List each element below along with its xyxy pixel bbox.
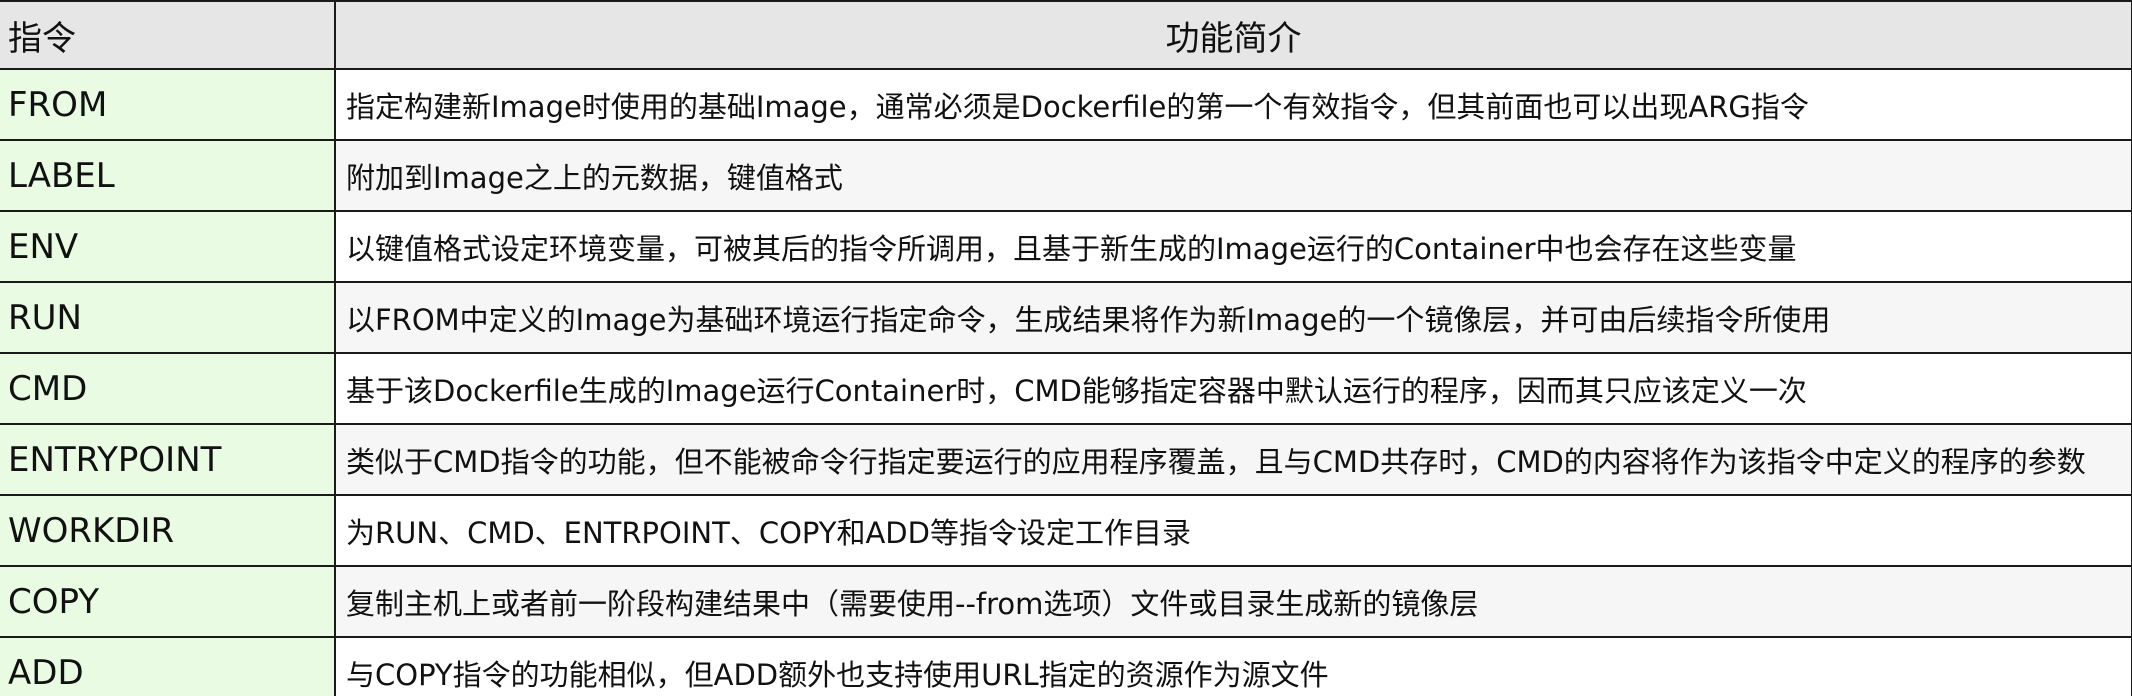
command-cell: ENV — [0, 210, 336, 283]
dockerfile-instructions-table: 指令 功能简介 FROM 指定构建新Image时使用的基础Image，通常必须是… — [0, 0, 2132, 696]
command-cell: ENTRYPOINT — [0, 423, 336, 496]
command-cell: CMD — [0, 352, 336, 425]
description-cell: 复制主机上或者前一阶段构建结果中（需要使用--from选项）文件或目录生成新的镜… — [335, 565, 2132, 638]
description-cell: 与COPY指令的功能相似，但ADD额外也支持使用URL指定的资源作为源文件 — [335, 636, 2132, 696]
command-cell: ADD — [0, 636, 336, 696]
description-cell: 以键值格式设定环境变量，可被其后的指令所调用，且基于新生成的Image运行的Co… — [335, 210, 2132, 283]
description-cell: 为RUN、CMD、ENTRPOINT、COPY和ADD等指令设定工作目录 — [335, 494, 2132, 567]
command-cell: COPY — [0, 565, 336, 638]
table-row: FROM 指定构建新Image时使用的基础Image，通常必须是Dockerfi… — [0, 68, 2132, 141]
table-row: RUN 以FROM中定义的Image为基础环境运行指定命令，生成结果将作为新Im… — [0, 281, 2132, 354]
command-cell: FROM — [0, 68, 336, 141]
description-cell: 附加到Image之上的元数据，键值格式 — [335, 139, 2132, 212]
command-cell: WORKDIR — [0, 494, 336, 567]
command-cell: LABEL — [0, 139, 336, 212]
description-cell: 基于该Dockerfile生成的Image运行Container时，CMD能够指… — [335, 352, 2132, 425]
description-cell: 指定构建新Image时使用的基础Image，通常必须是Dockerfile的第一… — [335, 68, 2132, 141]
table-row: ADD 与COPY指令的功能相似，但ADD额外也支持使用URL指定的资源作为源文… — [0, 636, 2132, 696]
table-row: LABEL 附加到Image之上的元数据，键值格式 — [0, 139, 2132, 212]
table-header-row: 指令 功能简介 — [0, 0, 2132, 70]
description-cell: 类似于CMD指令的功能，但不能被命令行指定要运行的应用程序覆盖，且与CMD共存时… — [335, 423, 2132, 496]
table-row: ENTRYPOINT 类似于CMD指令的功能，但不能被命令行指定要运行的应用程序… — [0, 423, 2132, 496]
description-cell: 以FROM中定义的Image为基础环境运行指定命令，生成结果将作为新Image的… — [335, 281, 2132, 354]
table-row: WORKDIR 为RUN、CMD、ENTRPOINT、COPY和ADD等指令设定… — [0, 494, 2132, 567]
table-row: COPY 复制主机上或者前一阶段构建结果中（需要使用--from选项）文件或目录… — [0, 565, 2132, 638]
header-command: 指令 — [0, 0, 336, 70]
table-row: CMD 基于该Dockerfile生成的Image运行Container时，CM… — [0, 352, 2132, 425]
header-description: 功能简介 — [335, 0, 2132, 70]
table-row: ENV 以键值格式设定环境变量，可被其后的指令所调用，且基于新生成的Image运… — [0, 210, 2132, 283]
command-cell: RUN — [0, 281, 336, 354]
